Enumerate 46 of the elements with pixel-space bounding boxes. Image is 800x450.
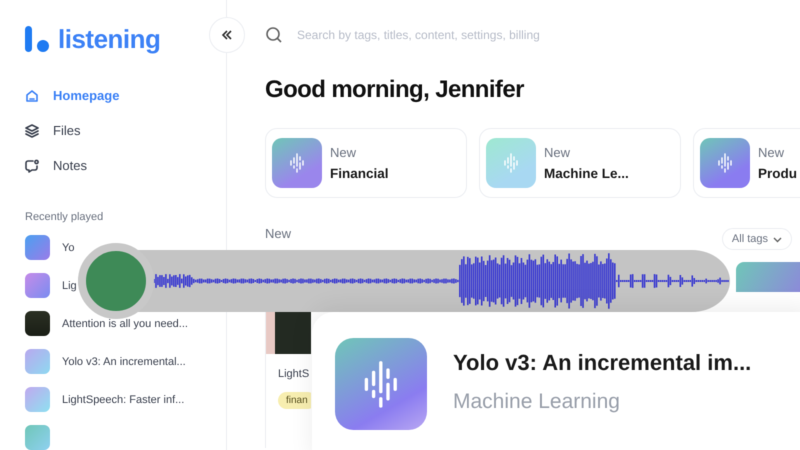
file-title: LightS <box>278 368 310 380</box>
recent-item-title[interactable]: Attention is all you need... <box>62 318 188 330</box>
search-icon <box>265 26 283 44</box>
chat-bubble-icon <box>25 158 39 172</box>
greeting-heading: Good morning, Jennifer <box>265 76 526 104</box>
layers-icon <box>25 124 39 138</box>
tags-dropdown[interactable]: All tags <box>722 228 792 250</box>
section-title: Recently played <box>25 211 104 223</box>
file-thumbnail <box>736 262 800 292</box>
gradient-thumbnail <box>25 387 50 412</box>
gradient-thumbnail <box>25 349 50 374</box>
recent-item-title[interactable]: LightSpeech: Faster inf... <box>62 394 184 406</box>
card-caption: New <box>330 145 358 160</box>
section-caption: New <box>265 226 292 241</box>
logo-icon <box>25 26 51 52</box>
gradient-thumbnail <box>25 235 50 260</box>
home-icon <box>25 88 39 102</box>
card-title: Machine Le... <box>544 166 629 181</box>
cover-thumbnail <box>25 311 50 336</box>
recent-item-title[interactable]: Yolo v3: An incremental... <box>62 356 186 368</box>
card-caption: New <box>544 145 572 160</box>
recent-item-title[interactable]: Yo <box>62 242 74 254</box>
collection-card[interactable]: New Machine Le... <box>479 128 681 198</box>
nav-item[interactable]: Files <box>53 123 80 138</box>
audio-bars-icon <box>335 338 427 430</box>
photo-placeholder <box>266 312 311 354</box>
now-playing-category: Machine Learning <box>453 390 621 414</box>
card-caption: New <box>758 145 786 160</box>
audio-bars-icon <box>272 138 322 188</box>
audio-bars-icon <box>700 138 750 188</box>
chevron-down-icon <box>773 234 782 244</box>
nav-item[interactable]: Homepage <box>53 88 120 103</box>
brand-name: listening <box>58 24 160 54</box>
recent-item-title[interactable]: Lig <box>62 280 77 292</box>
tag-label: finan <box>278 392 311 409</box>
nav-item[interactable]: Notes <box>53 158 87 173</box>
collection-card[interactable]: New Produ <box>693 128 800 198</box>
collapse-sidebar-button[interactable] <box>209 17 245 53</box>
card-title: Produ <box>758 166 797 181</box>
card-title: Financial <box>330 166 389 181</box>
audio-bars-icon <box>486 138 536 188</box>
double-chevron-left-icon <box>221 29 233 41</box>
gradient-thumbnail <box>25 273 50 298</box>
gradient-thumbnail <box>25 425 50 450</box>
now-playing-title: Yolo v3: An incremental im... <box>453 350 752 376</box>
collection-card[interactable]: New Financial <box>265 128 467 198</box>
